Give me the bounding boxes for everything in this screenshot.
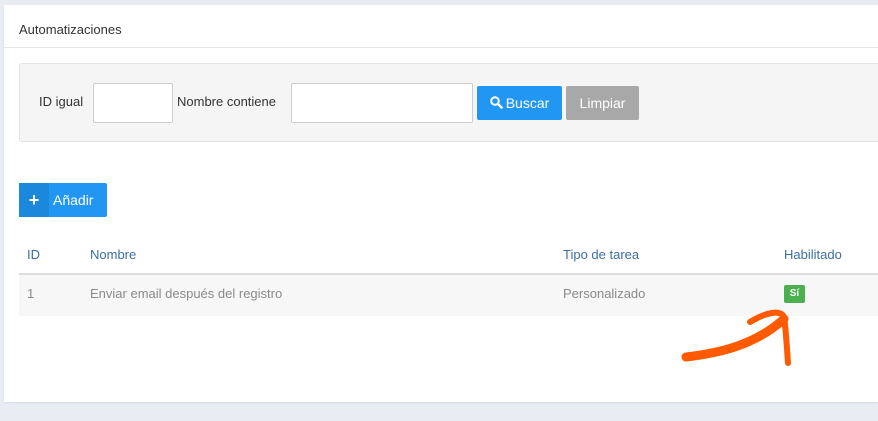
search-button[interactable]: Buscar (477, 86, 562, 120)
filter-bar: ID igual Nombre contiene Buscar Limpiar (19, 63, 878, 142)
clear-button-label: Limpiar (579, 95, 626, 111)
column-header-name[interactable]: Nombre (90, 247, 136, 262)
id-filter-input[interactable] (93, 83, 173, 123)
plus-icon: + (19, 183, 49, 217)
name-filter-label: Nombre contiene (177, 94, 276, 109)
panel-title: Automatizaciones (19, 22, 122, 37)
column-header-task-type[interactable]: Tipo de tarea (563, 247, 639, 262)
id-filter-label: ID igual (39, 94, 84, 109)
search-icon (489, 87, 503, 121)
enabled-status-badge[interactable]: Sí (784, 285, 805, 303)
row-task-type: Personalizado (563, 286, 646, 301)
row-name[interactable]: Enviar email después del registro (90, 286, 282, 301)
add-button-label: Añadir (53, 192, 94, 208)
column-header-enabled[interactable]: Habilitado (784, 247, 842, 262)
clear-button[interactable]: Limpiar (566, 86, 639, 120)
add-button[interactable]: + Añadir (19, 183, 107, 217)
name-filter-input[interactable] (291, 83, 473, 123)
divider (4, 47, 878, 48)
search-button-label: Buscar (505, 95, 550, 111)
row-id: 1 (27, 286, 35, 301)
column-header-id[interactable]: ID (27, 247, 40, 262)
annotation-arrow-icon (681, 309, 791, 366)
